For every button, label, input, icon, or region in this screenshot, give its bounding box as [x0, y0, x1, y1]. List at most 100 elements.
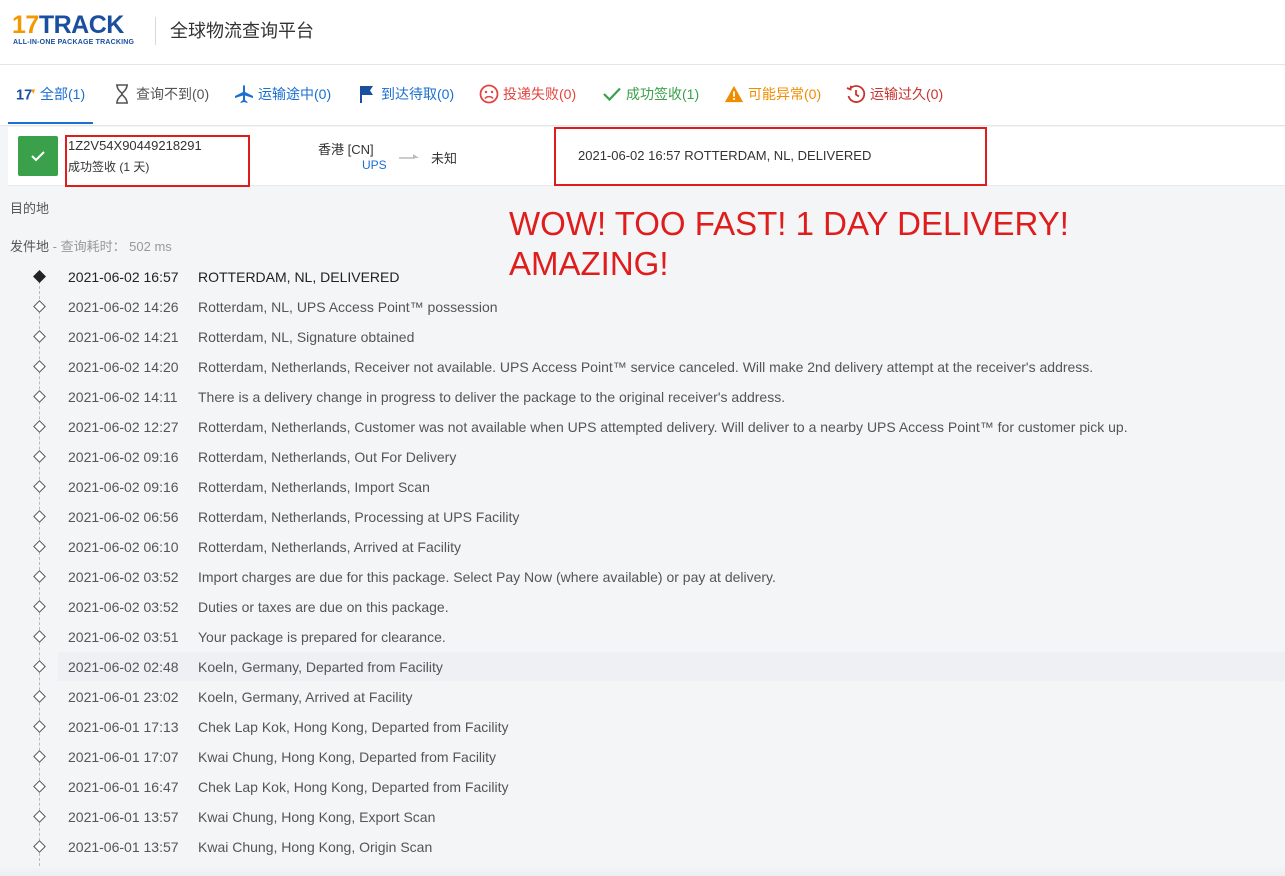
event-time: 2021-06-02 12:27 — [68, 419, 179, 435]
svg-text:17: 17 — [16, 87, 32, 103]
bottom-edge — [0, 866, 1285, 876]
tab-alert[interactable]: 可能异常(0) — [724, 65, 821, 123]
event-time: 2021-06-01 13:57 — [68, 839, 179, 855]
event-description: Rotterdam, Netherlands, Customer was not… — [198, 419, 1128, 435]
tab-not-found[interactable]: 查询不到(0) — [112, 65, 209, 123]
header-divider — [155, 17, 156, 45]
tab-label: 运输过久(0) — [870, 86, 944, 102]
annotation-box-tracking — [65, 135, 250, 187]
event-description: Chek Lap Kok, Hong Kong, Departed from F… — [198, 719, 509, 735]
hourglass-icon — [112, 84, 132, 104]
tab-pickup[interactable]: 到达待取(0) — [357, 65, 454, 123]
history-clock-icon — [846, 84, 866, 104]
warning-icon — [724, 84, 744, 104]
event-time: 2021-06-02 09:16 — [68, 449, 179, 465]
timeline-node-icon — [33, 600, 46, 613]
destination-country: 未知 — [431, 151, 458, 166]
event-time: 2021-06-01 13:57 — [68, 809, 179, 825]
event-time: 2021-06-02 03:52 — [68, 599, 179, 615]
destination-section-label: 目的地 — [10, 201, 50, 216]
event-description: Chek Lap Kok, Hong Kong, Departed from F… — [198, 779, 509, 795]
logo-tagline: ALL-IN-ONE PACKAGE TRACKING — [13, 39, 135, 46]
event-time: 2021-06-02 06:10 — [68, 539, 179, 555]
tracking-event-row: 2021-06-01 13:57 Kwai Chung, Hong Kong, E… — [33, 802, 1285, 831]
event-description: Rotterdam, Netherlands, Arrived at Facil… — [198, 539, 461, 555]
carrier-link[interactable]: UPS — [362, 158, 387, 172]
timeline-node-icon — [33, 660, 46, 673]
top-header: 17TRACK ALL-IN-ONE PACKAGE TRACKING 全球物流… — [0, 0, 1285, 65]
event-time: 2021-06-02 16:57 — [68, 269, 179, 285]
origin-section-label: 发件地 - 查询耗时： 502 ms — [10, 236, 172, 255]
tab-delivered[interactable]: 成功签收(1) — [602, 65, 699, 123]
tab-label: 全部(1) — [40, 86, 86, 102]
event-description: Rotterdam, Netherlands, Receiver not ava… — [198, 359, 1094, 375]
event-description: Koeln, Germany, Departed from Facility — [198, 659, 443, 675]
event-time: 2021-06-02 14:20 — [68, 359, 179, 375]
tracking-event-row: 2021-06-02 03:52 Import charges are due f… — [33, 562, 1285, 591]
event-description: Rotterdam, Netherlands, Out For Delivery — [198, 449, 457, 465]
event-description: Duties or taxes are due on this package. — [198, 599, 449, 615]
timeline-node-icon — [33, 420, 46, 433]
event-time: 2021-06-02 14:21 — [68, 329, 179, 345]
event-description: Kwai Chung, Hong Kong, Origin Scan — [198, 839, 433, 855]
tracking-event-row: 2021-06-02 16:57 ROTTERDAM, NL, DELIVERED — [33, 262, 1285, 291]
event-time: 2021-06-01 16:47 — [68, 779, 179, 795]
tracking-event-row: 2021-06-02 06:56 Rotterdam, Netherlands, … — [33, 502, 1285, 531]
tab-label: 查询不到(0) — [136, 86, 210, 102]
timeline-node-icon — [33, 510, 46, 523]
tracking-event-row: 2021-06-01 13:57 Kwai Chung, Hong Kong, O… — [33, 832, 1285, 861]
tracking-event-row: 2021-06-01 17:07 Kwai Chung, Hong Kong, D… — [33, 742, 1285, 771]
tracking-event-row: 2021-06-02 09:16 Rotterdam, Netherlands, … — [33, 442, 1285, 471]
event-description: ROTTERDAM, NL, DELIVERED — [198, 269, 400, 285]
page-title: 全球物流查询平台 — [170, 21, 314, 41]
timeline-node-icon — [33, 390, 46, 403]
tracking-event-row: 2021-06-02 03:51 Your package is prepared… — [33, 622, 1285, 651]
event-description: Rotterdam, NL, Signature obtained — [198, 329, 415, 345]
event-time: 2021-06-02 02:48 — [68, 659, 179, 675]
event-time: 2021-06-02 03:52 — [68, 569, 179, 585]
route-arrow-icon — [399, 149, 421, 167]
tab-label: 运输途中(0) — [258, 86, 332, 102]
event-time: 2021-06-01 23:02 — [68, 689, 179, 705]
tab-label: 投递失败(0) — [503, 86, 577, 102]
timeline-node-icon — [33, 330, 46, 343]
tracking-event-row: 2021-06-02 03:52 Duties or taxes are due … — [33, 592, 1285, 621]
origin-label-text: 发件地 — [10, 239, 50, 254]
tab-label: 成功签收(1) — [626, 86, 700, 102]
origin-country: 香港 [CN] — [318, 142, 374, 157]
event-time: 2021-06-02 06:56 — [68, 509, 179, 525]
logo-wordmark: 17TRACK — [12, 11, 124, 39]
timeline-node-icon — [33, 270, 46, 283]
17track-logo[interactable]: 17TRACK ALL-IN-ONE PACKAGE TRACKING — [12, 11, 144, 51]
event-description: Rotterdam, Netherlands, Import Scan — [198, 479, 430, 495]
timeline-node-icon — [33, 840, 46, 853]
query-time: - 查询耗时： 502 ms — [49, 239, 172, 254]
tracking-event-row: 2021-06-02 14:21 Rotterdam, NL, Signature… — [33, 322, 1285, 351]
timeline-node-icon — [33, 540, 46, 553]
event-description: Import charges are due for this package.… — [198, 569, 776, 585]
event-description: Rotterdam, Netherlands, Processing at UP… — [198, 509, 520, 525]
event-description: Your package is prepared for clearance. — [198, 629, 446, 645]
17-logo-icon: 17 — [16, 84, 36, 104]
timeline-node-icon — [33, 720, 46, 733]
tracking-event-row: 2021-06-02 02:48 Koeln, Germany, Departed… — [33, 652, 1285, 681]
event-description: Kwai Chung, Hong Kong, Departed from Fac… — [198, 749, 497, 765]
tab-undelivered[interactable]: 投递失败(0) — [479, 65, 576, 123]
timeline-node-icon — [33, 690, 46, 703]
timeline-node-icon — [33, 810, 46, 823]
event-description: Koeln, Germany, Arrived at Facility — [198, 689, 413, 705]
tab-label: 到达待取(0) — [381, 86, 455, 102]
tracking-event-row: 2021-06-02 12:27 Rotterdam, Netherlands, … — [33, 412, 1285, 441]
tracking-event-row: 2021-06-01 16:47 Chek Lap Kok, Hong Kong,… — [33, 772, 1285, 801]
tab-expired[interactable]: 运输过久(0) — [846, 65, 943, 123]
tracking-event-row: 2021-06-02 14:26 Rotterdam, NL, UPS Acces… — [33, 292, 1285, 321]
event-time: 2021-06-02 03:51 — [68, 629, 179, 645]
event-time: 2021-06-01 17:07 — [68, 749, 179, 765]
tab-label: 可能异常(0) — [748, 86, 822, 102]
tab-in-transit[interactable]: 运输途中(0) — [234, 65, 331, 123]
tracking-event-row: 2021-06-02 09:16 Rotterdam, Netherlands, … — [33, 472, 1285, 501]
event-description: There is a delivery change in progress t… — [198, 389, 786, 405]
tracking-event-row: 2021-06-01 17:13 Chek Lap Kok, Hong Kong,… — [33, 712, 1285, 741]
tab-all[interactable]: 17 全部(1) — [7, 65, 94, 124]
event-time: 2021-06-02 14:11 — [68, 389, 178, 405]
